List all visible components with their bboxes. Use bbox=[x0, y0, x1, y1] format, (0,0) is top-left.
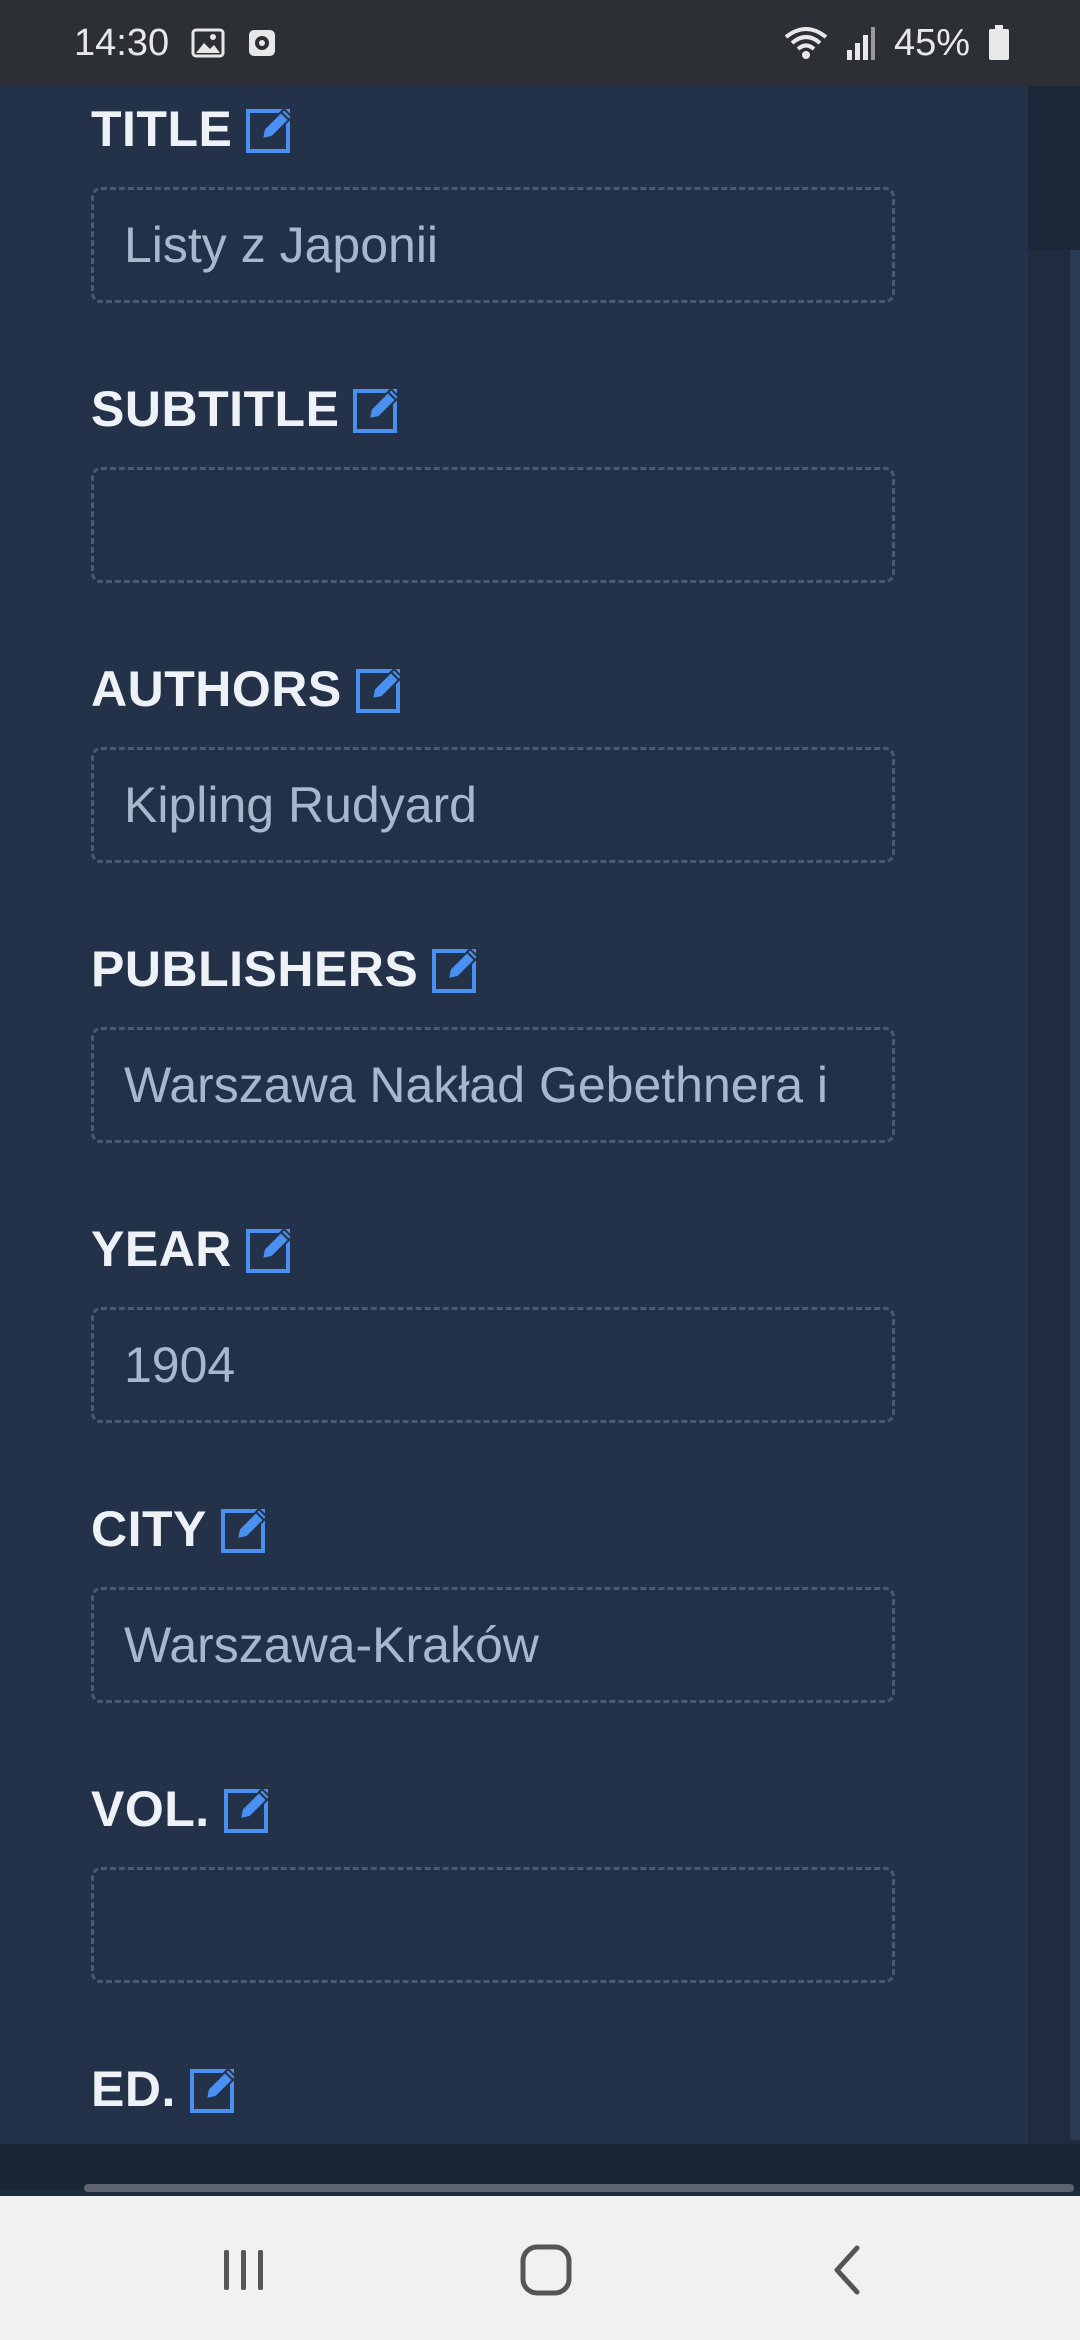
city-label: CITY bbox=[91, 1500, 275, 1558]
title-field[interactable]: Listy z Japonii bbox=[91, 187, 895, 303]
title-label: TITLE bbox=[91, 100, 300, 158]
recent-apps-icon bbox=[219, 2245, 269, 2300]
authors-edit-icon[interactable] bbox=[354, 661, 410, 717]
back-button[interactable] bbox=[808, 2232, 888, 2312]
horizontal-scrollbar[interactable] bbox=[84, 2184, 1074, 2192]
home-icon bbox=[518, 2242, 574, 2303]
publishers-field[interactable]: Warszawa Nakład Gebethnera i bbox=[91, 1027, 895, 1143]
book-edit-form[interactable]: TITLE Listy z Japonii SUBTITLE AUTHORS K… bbox=[0, 86, 1028, 2144]
title-edit-icon[interactable] bbox=[244, 101, 300, 157]
subtitle-field[interactable] bbox=[91, 467, 895, 583]
back-icon bbox=[823, 2242, 873, 2303]
ed-edit-icon[interactable] bbox=[188, 2061, 244, 2117]
vertical-scrollbar[interactable] bbox=[1070, 250, 1080, 2140]
image-icon bbox=[191, 28, 225, 58]
city-edit-icon[interactable] bbox=[219, 1501, 275, 1557]
year-field[interactable]: 1904 bbox=[91, 1307, 895, 1423]
vol-edit-icon[interactable] bbox=[222, 1781, 278, 1837]
side-panel-edge bbox=[1028, 86, 1080, 250]
publishers-edit-icon[interactable] bbox=[430, 941, 486, 997]
year-label: YEAR bbox=[91, 1220, 300, 1278]
home-button[interactable] bbox=[506, 2232, 586, 2312]
ed-label: ED. bbox=[91, 2060, 244, 2118]
record-icon bbox=[247, 28, 277, 58]
authors-field[interactable]: Kipling Rudyard bbox=[91, 747, 895, 863]
publishers-label: PUBLISHERS bbox=[91, 940, 486, 998]
battery-icon bbox=[988, 25, 1010, 61]
navigation-bar bbox=[0, 2196, 1080, 2340]
signal-icon bbox=[846, 26, 876, 60]
vol-field[interactable] bbox=[91, 1867, 895, 1983]
status-time: 14:30 bbox=[74, 21, 170, 64]
recent-apps-button[interactable] bbox=[204, 2232, 284, 2312]
status-bar: 14:30 45% bbox=[0, 0, 1080, 86]
battery-percentage: 45% bbox=[893, 21, 970, 64]
subtitle-label: SUBTITLE bbox=[91, 380, 407, 438]
wifi-icon bbox=[784, 25, 828, 61]
authors-label: AUTHORS bbox=[91, 660, 410, 718]
city-field[interactable]: Warszawa-Kraków bbox=[91, 1587, 895, 1703]
year-edit-icon[interactable] bbox=[244, 1221, 300, 1277]
vol-label: VOL. bbox=[91, 1780, 278, 1838]
subtitle-edit-icon[interactable] bbox=[351, 381, 407, 437]
